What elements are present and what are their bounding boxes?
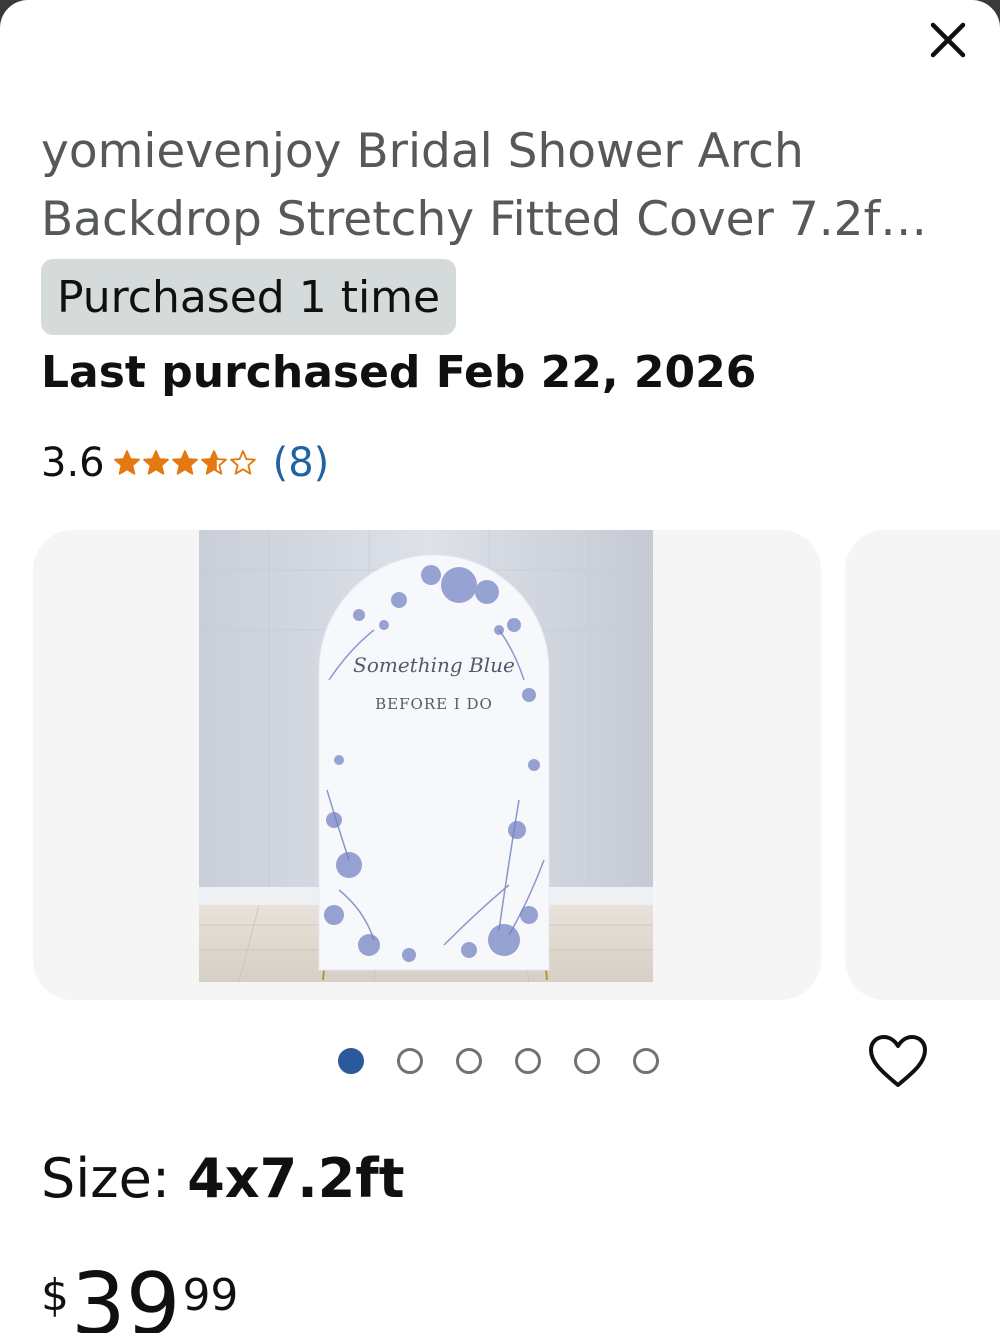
next-image-card[interactable] — [845, 530, 1000, 1000]
star-icon — [229, 450, 256, 475]
star-icon — [142, 450, 169, 475]
heart-icon — [869, 1035, 927, 1087]
wishlist-button[interactable] — [862, 1028, 934, 1094]
size-selection: Size: 4x7.2ft — [41, 1147, 405, 1210]
product-image[interactable]: Something Blue BEFORE I DO — [199, 530, 653, 982]
image-script-text: Something Blue — [353, 653, 515, 677]
star-icon — [113, 450, 140, 475]
carousel-dot[interactable] — [338, 1048, 364, 1074]
size-value: 4x7.2ft — [187, 1147, 405, 1210]
star-icon — [200, 450, 227, 475]
purchase-count-text: Purchased 1 time — [57, 271, 441, 323]
price-fraction: 99 — [182, 1270, 239, 1321]
carousel-dot[interactable] — [574, 1048, 600, 1074]
price-whole: 39 — [71, 1255, 181, 1333]
product-detail-sheet: yomievenjoy Bridal Shower Arch Backdrop … — [0, 0, 1000, 1333]
review-count-link[interactable]: (8) — [273, 440, 330, 486]
last-purchased-date: Last purchased Feb 22, 2026 — [41, 347, 757, 398]
carousel-dot[interactable] — [515, 1048, 541, 1074]
carousel-dot[interactable] — [456, 1048, 482, 1074]
price: $ 39 99 — [41, 1262, 238, 1333]
star-rating — [113, 449, 257, 477]
product-title[interactable]: yomievenjoy Bridal Shower Arch Backdrop … — [41, 118, 951, 254]
carousel-dots[interactable] — [338, 1047, 659, 1075]
star-icon — [171, 450, 198, 475]
carousel-dot[interactable] — [633, 1048, 659, 1074]
product-title-line-2: Backdrop Stretchy Fitted Cover 7.2f… — [41, 192, 928, 247]
product-image-card[interactable]: Something Blue BEFORE I DO — [33, 530, 821, 1000]
carousel-dot[interactable] — [397, 1048, 423, 1074]
rating-row[interactable]: 3.6 (8) — [41, 438, 329, 488]
close-icon — [930, 22, 966, 58]
size-label: Size: — [41, 1147, 188, 1210]
image-caption-text: BEFORE I DO — [375, 695, 493, 713]
price-symbol: $ — [41, 1270, 69, 1321]
product-title-line-1: yomievenjoy Bridal Shower Arch — [41, 124, 804, 179]
rating-value: 3.6 — [41, 440, 105, 486]
close-button[interactable] — [918, 10, 978, 70]
purchase-count-badge: Purchased 1 time — [41, 259, 457, 335]
